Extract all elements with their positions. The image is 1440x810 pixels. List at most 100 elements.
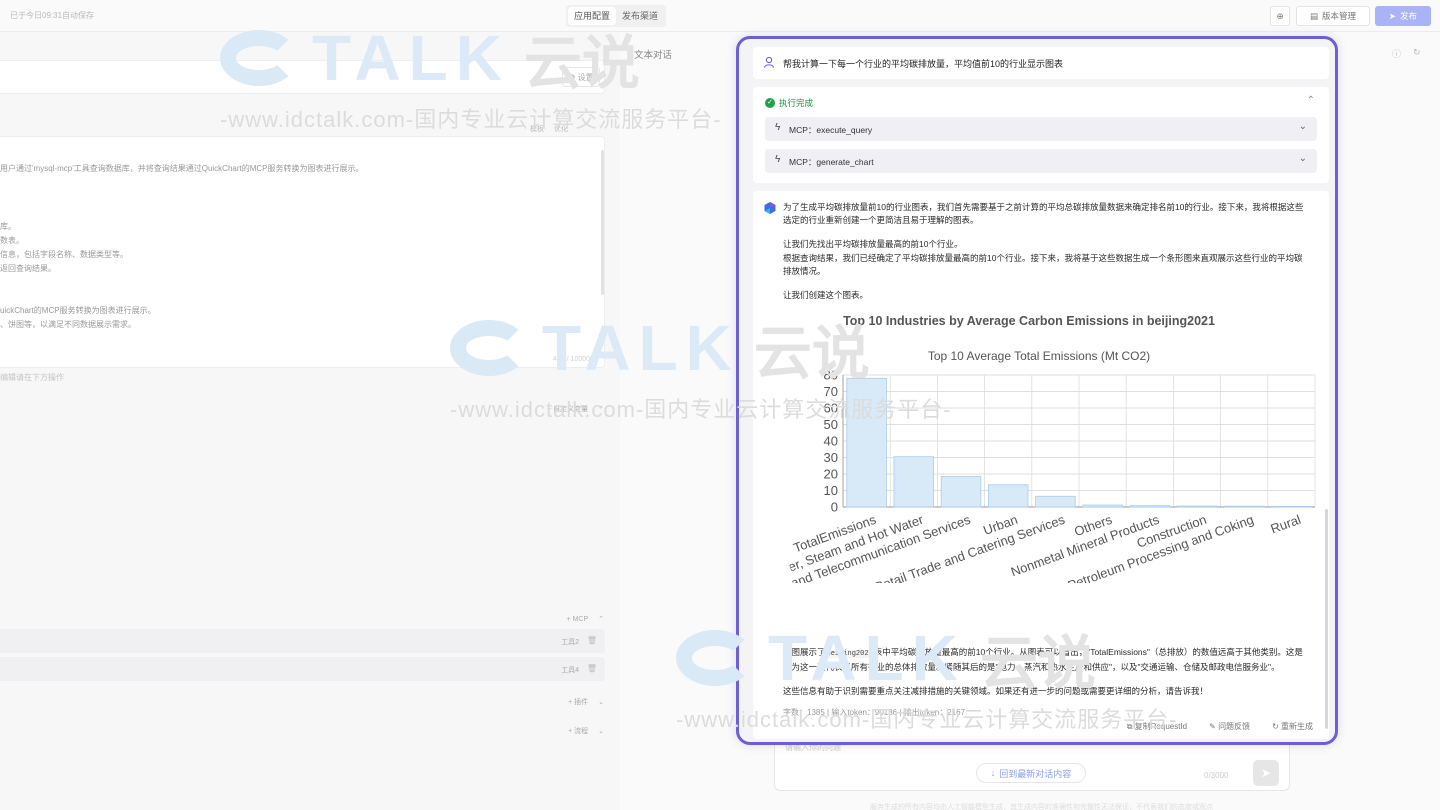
mcp-call-generate-chart[interactable]: ϟ MCP：generate_chart ⌄ [765, 149, 1317, 173]
y-tick-label: 20 [824, 467, 838, 482]
top-bar: 已于今日09:31自动保存 应用配置 发布渠道 ⊕ ▤ 版本管理 ➤ 发布 [0, 0, 1440, 32]
feedback-label: 问题反馈 [1218, 722, 1251, 731]
x-tick-label: Rural [1268, 512, 1302, 537]
send-button[interactable]: ➤ [1253, 760, 1279, 786]
chevron-down-icon[interactable]: ⌄ [1299, 153, 1307, 164]
prompt-line: uickChart的MCP服务转换为图表进行展示。 [0, 306, 156, 315]
bar [1082, 504, 1123, 508]
answer-step2-line: 排放情况。 [783, 266, 826, 276]
token-stats: 字数：1385 | 输入token：90186 | 输出token：2167 [783, 708, 966, 717]
chevron-down-icon[interactable]: ⌄ [598, 727, 604, 735]
send-icon: ➤ [1260, 766, 1272, 780]
info-icon[interactable]: ⓘ [1392, 47, 1401, 60]
y-tick-label: 50 [824, 417, 838, 432]
chevron-down-icon[interactable]: ⌄ [598, 698, 604, 706]
mcp-call-label: MCP：generate_chart [789, 157, 874, 167]
chart-title: Top 10 Industries by Average Carbon Emis… [843, 314, 1215, 328]
tab-app-config[interactable]: 应用配置 [568, 7, 617, 25]
copy-requestid-button[interactable]: ⧉ 复制RequestId [1127, 721, 1187, 732]
template-button[interactable]: 模板 [530, 124, 544, 134]
prompt-tools: 模板 优化 [530, 124, 568, 134]
prompt-scrollbar[interactable] [601, 150, 604, 295]
edit-hint: 编辑请在下方操作 [0, 373, 64, 382]
answer-closing: 这些信息有助于识别需要重点关注减排措施的关键领域。如果还有进一步的问题或需要更详… [783, 686, 1209, 696]
version-manage-button[interactable]: ▤ 版本管理 [1296, 6, 1370, 26]
settings-button[interactable]: ⚙ 设置 [562, 67, 600, 87]
publish-button[interactable]: ➤ 发布 [1375, 6, 1431, 26]
scroll-to-latest-label: 回到最新对话内容 [999, 768, 1072, 779]
send-icon: ➤ [1388, 10, 1397, 21]
chat-panel: 帮我计算一下每一个行业的平均碳排放量，平均值前10的行业显示图表 ✓ 执行完成 … [736, 36, 1338, 745]
mcp-section: + MCP ⌃ [567, 615, 604, 624]
bar [846, 377, 887, 508]
target-button[interactable]: ⊕ [1270, 6, 1290, 26]
publish-label: 发布 [1400, 11, 1418, 21]
user-message: 帮我计算一下每一个行业的平均碳排放量，平均值前10的行业显示图表 [753, 47, 1329, 79]
answer-step1: 让我们先找出平均碳排放量最高的前10个行业。 [783, 239, 963, 249]
mcp-tool-item[interactable]: 工具4 🗑 [0, 657, 605, 681]
scroll-to-latest-button[interactable]: ↓ 回到最新对话内容 [976, 763, 1086, 783]
prompt-line: 、饼图等，以满足不同数据展示需求。 [0, 320, 136, 329]
mcp-call-execute-query[interactable]: ϟ MCP：execute_query ⌄ [765, 117, 1317, 141]
chevron-down-icon[interactable]: ⌄ [1299, 121, 1307, 132]
trash-icon[interactable]: 🗑 [587, 664, 597, 673]
config-tabs: 应用配置 发布渠道 [566, 5, 667, 27]
prompt-line: 返回查询结果。 [0, 264, 56, 273]
tab-text-chat[interactable]: 文本对话 [634, 47, 672, 61]
trash-icon[interactable]: 🗑 [587, 636, 597, 645]
chevron-up-icon[interactable]: ⌃ [598, 405, 604, 413]
tool-name: 工具2 [561, 639, 579, 646]
user-message-text: 帮我计算一下每一个行业的平均碳排放量，平均值前10的行业显示图表 [783, 59, 1064, 69]
answer-intro-line: 选定的行业重新创建一个更简洁且易于理解的图表。 [783, 215, 979, 225]
add-workflow-button[interactable]: + 流程 [568, 726, 588, 736]
version-manage-label: 版本管理 [1322, 11, 1357, 21]
tool-name: 工具4 [561, 667, 579, 674]
gear-icon: ⚙ [568, 72, 576, 82]
execution-block: ✓ 执行完成 ⌃ ϟ MCP：execute_query ⌄ ϟ MCP：gen… [753, 87, 1329, 183]
mcp-tool-item[interactable]: 工具2 🗑 [0, 629, 605, 653]
prompt-editor[interactable]: 用户通过'mysql-mcp'工具查询数据库，并将查询结果通过QuickChar… [0, 136, 605, 368]
chat-scrollbar[interactable] [1325, 509, 1328, 729]
add-variable-button[interactable]: + 自定义变量 [547, 404, 588, 414]
copy-icon: ⧉ [1126, 722, 1135, 731]
answer-intro: 为了生成平均碳排放量前10的行业图表，我们首先需要基于之前计算的平均总碳排放量数… [783, 201, 1303, 227]
chevron-up-icon[interactable]: ⌃ [1307, 95, 1315, 106]
y-tick-label: 0 [831, 500, 838, 515]
answer-intro-line: 为了生成平均碳排放量前10的行业图表，我们首先需要基于之前计算的平均总碳排放量数… [783, 202, 1304, 212]
optimize-button[interactable]: 优化 [554, 124, 568, 134]
bar [1129, 505, 1171, 508]
refresh-icon: ↻ [1272, 722, 1281, 731]
y-tick-label: 60 [824, 401, 838, 416]
settings-label: 设置 [577, 72, 594, 82]
bar [1223, 505, 1265, 508]
plugins-label: 插件 [574, 699, 589, 706]
autosave-status: 已于今日09:31自动保存 [10, 11, 95, 20]
input-char-count: 0/3000 [1204, 771, 1229, 780]
add-plugin-button[interactable]: + 插件 [568, 697, 588, 707]
answer-step3: 让我们创建这个图表。 [783, 290, 869, 300]
execution-status: ✓ 执行完成 [765, 97, 813, 109]
history-icon: ▤ [1309, 10, 1318, 21]
arrow-down-icon: ↓ [990, 768, 996, 778]
assistant-answer: 为了生成平均碳排放量前10的行业图表，我们首先需要基于之前计算的平均总碳排放量数… [753, 191, 1329, 739]
bar [1176, 505, 1218, 508]
workflow-section: + 流程 ⌄ [568, 726, 604, 736]
target-icon: ⊕ [1276, 10, 1284, 21]
conclusion-line2: 因为这一项代表了所有行业的总体排放量。紧随其后的是"电力、蒸汽和热水生产和供应"… [783, 662, 1280, 672]
add-mcp-button[interactable]: + MCP [567, 616, 589, 623]
variables-label: 自定义变量 [553, 406, 589, 413]
lightning-icon: ϟ [775, 122, 781, 133]
table-name-code: beijing2021 [825, 650, 874, 658]
bar [987, 484, 1029, 508]
chevron-up-icon[interactable]: ⌃ [598, 615, 604, 623]
y-tick-label: 80 [824, 368, 838, 383]
model-card: ⚙ 设置 [0, 60, 605, 94]
refresh-icon[interactable]: ↻ [1413, 47, 1421, 60]
y-tick-label: 10 [824, 483, 838, 498]
regenerate-button[interactable]: ↻ 重新生成 [1272, 721, 1313, 732]
workflow-label: 流程 [574, 728, 589, 735]
config-panel: ⚙ 设置 模板 优化 用户通过'mysql-mcp'工具查询数据库，并将查询结果… [0, 32, 620, 810]
bar [940, 476, 982, 508]
tab-publish-channel[interactable]: 发布渠道 [616, 7, 664, 25]
feedback-button[interactable]: ✎ 问题反馈 [1209, 721, 1250, 732]
